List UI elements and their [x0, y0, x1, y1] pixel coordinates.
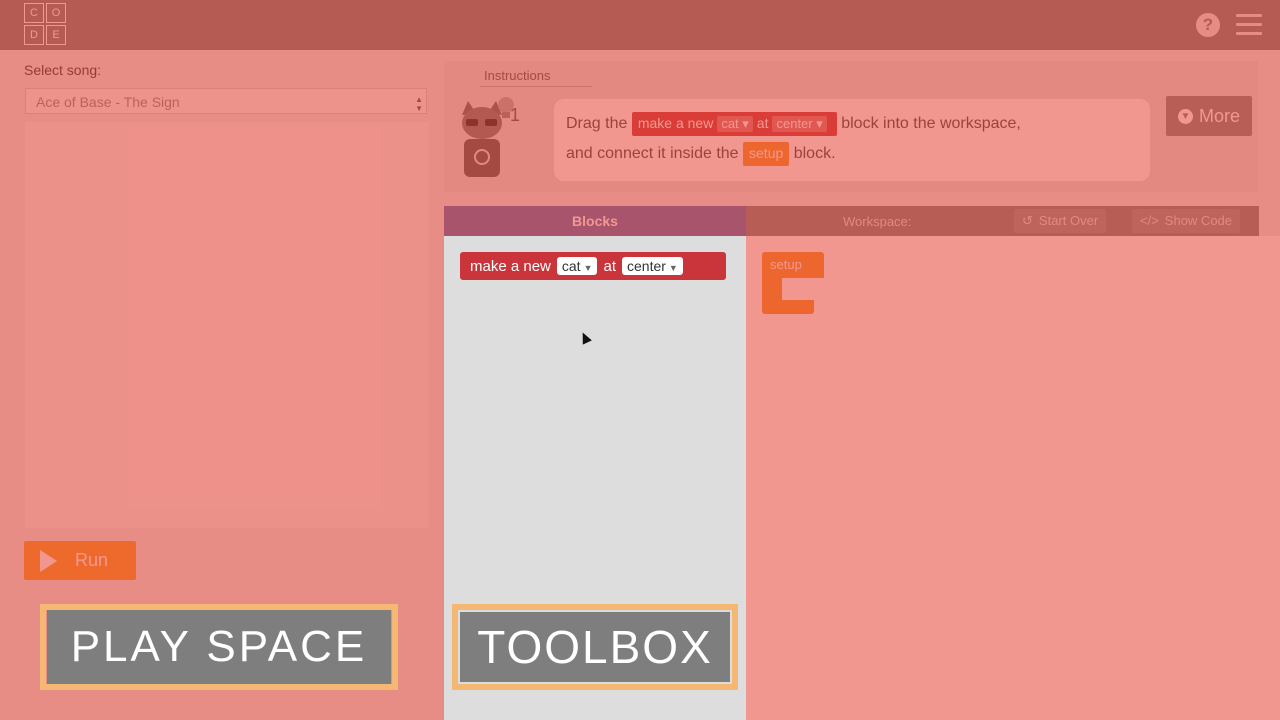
- inline-setup-block: setup: [743, 141, 790, 166]
- instruction-text-part: and connect it inside the: [566, 145, 739, 162]
- instruction-bubble: Drag the make a new cat ▾ at center ▾ block…: [554, 99, 1150, 181]
- run-button-label: Run: [75, 550, 109, 570]
- inline-block-label: at: [756, 114, 769, 131]
- select-song-label: Select song:: [24, 62, 102, 78]
- setup-block-label: setup: [762, 252, 824, 278]
- instructions-tab-underline: [480, 86, 592, 87]
- inline-make-new-block: make a new cat ▾ at center ▾: [631, 111, 837, 136]
- play-space-canvas[interactable]: [25, 122, 429, 528]
- block-label-at: at: [603, 257, 616, 275]
- location-dropdown[interactable]: center ▼: [622, 257, 683, 275]
- blocks-panel-header: Blocks: [444, 206, 746, 236]
- mouse-cursor-icon: [578, 330, 592, 345]
- inline-block-field: center ▾: [772, 115, 827, 132]
- play-space-callout-text: PLAY SPACE: [47, 610, 391, 684]
- sprite-type-dropdown[interactable]: cat ▼: [556, 257, 598, 275]
- more-button[interactable]: ▼ More: [1166, 96, 1252, 136]
- location-value: center: [627, 258, 666, 274]
- code-org-logo[interactable]: C O D E: [24, 3, 68, 45]
- more-button-label: More: [1198, 105, 1240, 126]
- setup-block-side: [762, 278, 782, 300]
- hamburger-menu-icon[interactable]: [1236, 14, 1262, 36]
- workspace-area[interactable]: setup: [746, 236, 1280, 720]
- logo-letter: C: [24, 3, 44, 23]
- toolbox-callout-text: TOOLBOX: [460, 612, 730, 682]
- sprite-type-value: cat: [561, 258, 581, 274]
- block-label: make a new: [470, 257, 551, 275]
- start-over-label: Start Over: [1038, 213, 1099, 228]
- run-button[interactable]: Run: [24, 541, 136, 580]
- toolbox-callout: TOOLBOX: [452, 604, 738, 690]
- workspace-panel-header: Workspace: ↺ Start Over </> Show Code: [746, 206, 1259, 236]
- inline-field-value: center: [776, 115, 813, 131]
- setup-block-bottom: [762, 300, 814, 314]
- dropdown-arrow-icon: ▼: [583, 263, 593, 273]
- setup-block[interactable]: setup: [762, 252, 824, 314]
- dropdown-arrow-icon: ▼: [668, 263, 678, 273]
- logo-letter: E: [46, 25, 66, 45]
- chevron-down-circle-icon: ▼: [1177, 108, 1193, 124]
- show-code-label: Show Code: [1164, 213, 1233, 228]
- inline-field-value: cat: [721, 115, 739, 131]
- instructions-tab[interactable]: Instructions: [484, 68, 550, 83]
- show-code-button[interactable]: </> Show Code: [1132, 209, 1241, 233]
- instructions-panel: Instructions 1 Drag the make a new cat ▾ a…: [444, 61, 1258, 192]
- workspace-title: Workspace:: [843, 214, 912, 229]
- play-space-callout: PLAY SPACE: [40, 604, 398, 690]
- song-dropdown-value: Ace of Base - The Sign: [36, 94, 180, 110]
- song-dropdown[interactable]: Ace of Base - The Sign ▲ ▼: [25, 88, 427, 114]
- instruction-text: Drag the make a new cat ▾ at center ▾ block…: [566, 109, 1146, 169]
- start-over-button[interactable]: ↺ Start Over: [1014, 209, 1107, 233]
- instruction-text-part: block.: [793, 145, 836, 162]
- top-header: C O D E ?: [0, 0, 1280, 50]
- undo-icon: ↺: [1022, 213, 1033, 228]
- instruction-text-part: Drag the: [566, 115, 628, 132]
- hint-count: 1: [510, 105, 521, 125]
- logo-letter: O: [46, 3, 66, 23]
- instruction-text-part: block into the workspace,: [841, 115, 1021, 132]
- inline-block-field: cat ▾: [717, 115, 753, 132]
- help-icon[interactable]: ?: [1196, 13, 1220, 37]
- make-new-sprite-block[interactable]: make a new cat ▼ at center ▼: [460, 252, 726, 280]
- chevron-down-icon: ▲ ▼: [415, 95, 423, 113]
- logo-letter: D: [24, 25, 44, 45]
- play-icon: [40, 549, 57, 572]
- code-icon: </>: [1140, 213, 1159, 228]
- inline-block-label: make a new: [637, 114, 714, 131]
